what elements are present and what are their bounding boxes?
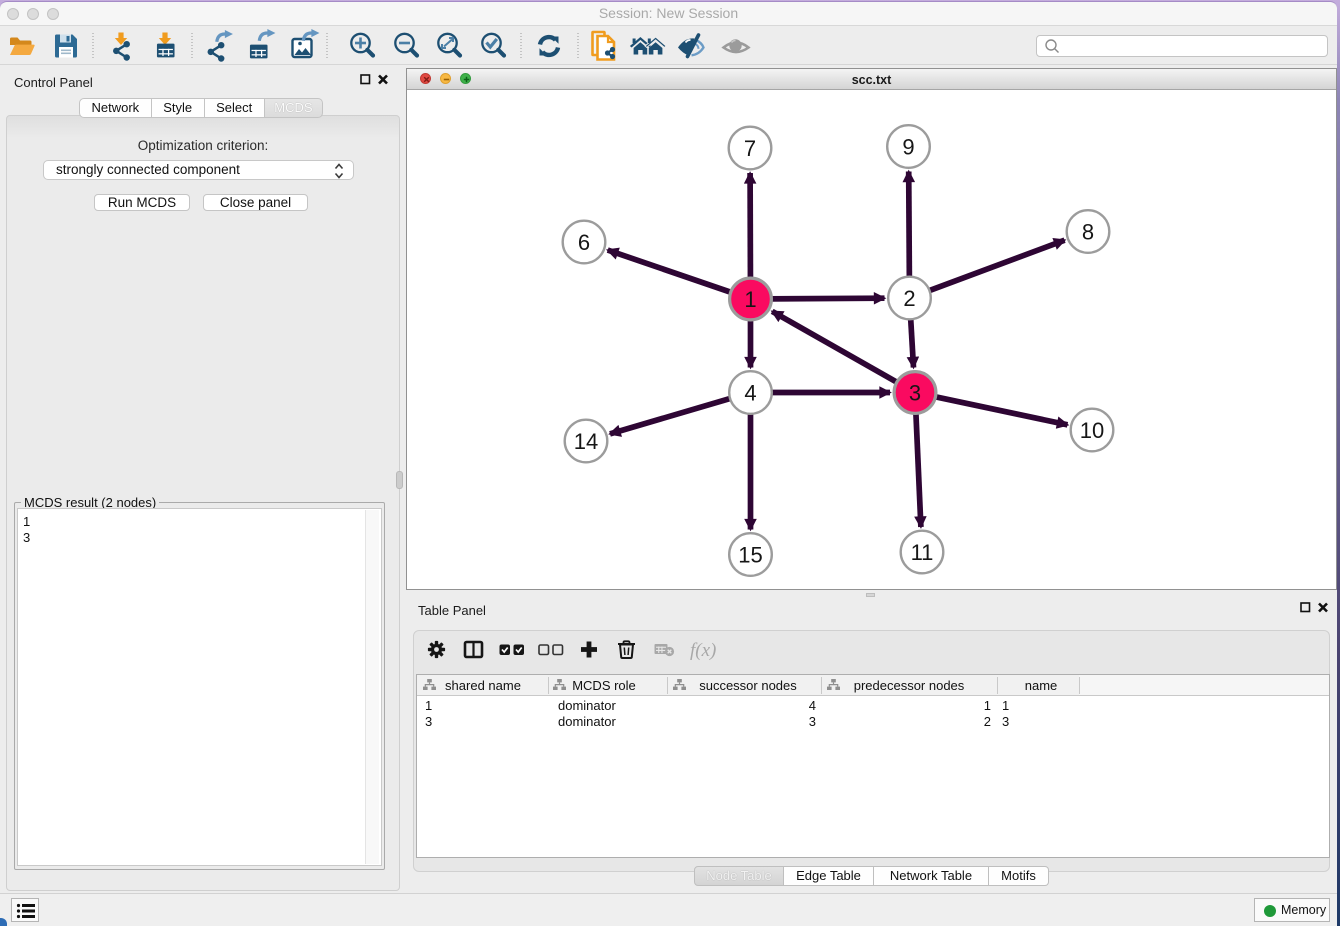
svg-text:15: 15 bbox=[738, 543, 762, 568]
svg-text:6: 6 bbox=[578, 230, 590, 255]
svg-text:11: 11 bbox=[911, 540, 934, 565]
svg-text:9: 9 bbox=[902, 135, 914, 160]
svg-text:4: 4 bbox=[744, 381, 756, 406]
svg-text:3: 3 bbox=[909, 381, 921, 406]
svg-text:1: 1 bbox=[744, 287, 756, 312]
svg-text:f(x): f(x) bbox=[690, 640, 716, 661]
svg-text:14: 14 bbox=[574, 429, 598, 454]
svg-text:7: 7 bbox=[744, 136, 756, 161]
svg-text:2: 2 bbox=[903, 286, 915, 311]
svg-text:10: 10 bbox=[1080, 418, 1104, 443]
svg-text:8: 8 bbox=[1082, 220, 1094, 245]
